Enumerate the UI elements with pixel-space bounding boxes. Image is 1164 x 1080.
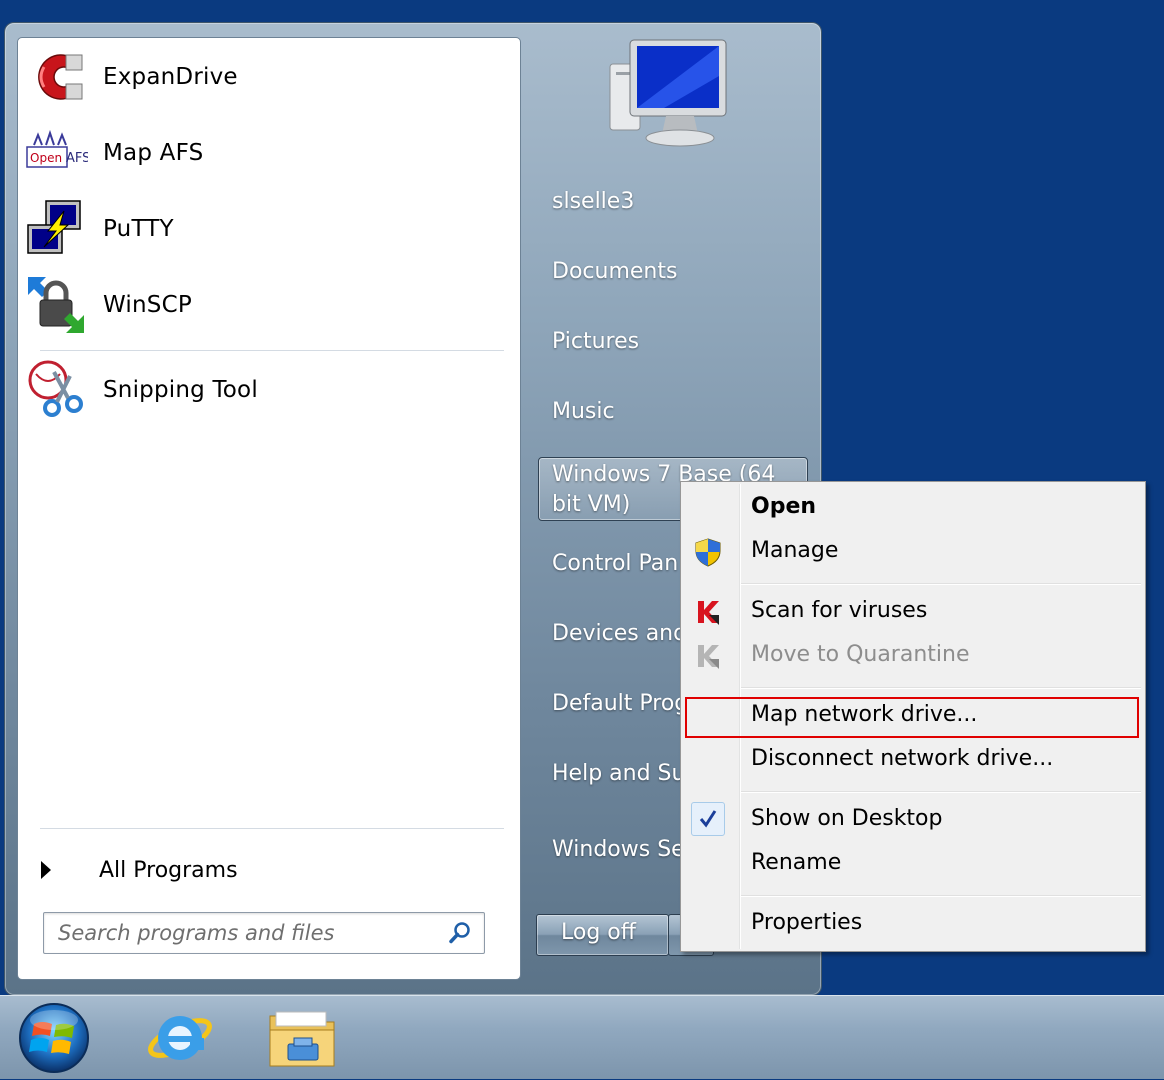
checkmark-icon: [691, 802, 725, 836]
winscp-icon: [24, 273, 88, 337]
menu-item-properties[interactable]: Properties: [683, 904, 1141, 944]
expand-arrow-icon: [41, 861, 51, 879]
menu-item-label: Open: [751, 494, 817, 519]
menu-item-label: Show on Desktop: [751, 806, 943, 831]
default-programs-link[interactable]: Default Prog: [552, 691, 688, 716]
menu-item-manage[interactable]: Manage: [683, 532, 1141, 572]
devices-and-printers-link[interactable]: Devices and: [552, 621, 687, 646]
menu-item-label: Rename: [751, 850, 842, 875]
annotation-highlight-box: [685, 697, 1139, 738]
menu-separator: [741, 583, 1141, 584]
log-off-label: Log off: [561, 920, 636, 945]
menu-item-show-on-desktop[interactable]: Show on Desktop: [683, 800, 1141, 840]
putty-icon: [24, 197, 88, 261]
program-winscp[interactable]: WinSCP: [24, 272, 510, 338]
start-orb-button[interactable]: [14, 1000, 94, 1076]
menu-item-label: Disconnect network drive...: [751, 746, 1054, 771]
internet-explorer-icon[interactable]: [144, 1004, 214, 1070]
program-map-afs[interactable]: Open AFS Map AFS: [24, 120, 510, 186]
menu-item-open[interactable]: Open: [683, 488, 1141, 528]
menu-item-rename[interactable]: Rename: [683, 844, 1141, 884]
uac-shield-icon: [693, 537, 723, 567]
menu-item-scan-for-viruses[interactable]: Scan for viruses: [683, 592, 1141, 632]
control-panel-link[interactable]: Control Pan: [552, 551, 678, 576]
music-link[interactable]: Music: [552, 399, 615, 424]
program-snipping-tool[interactable]: Snipping Tool: [24, 357, 510, 423]
programs-pane: ExpanDrive Open AFS Map AFS PuTTY WinSCP…: [17, 37, 521, 980]
svg-text:AFS: AFS: [66, 151, 88, 166]
log-off-button[interactable]: Log off: [536, 914, 669, 956]
kaspersky-icon: [693, 597, 723, 627]
menu-item-label: Properties: [751, 910, 863, 935]
help-and-support-link[interactable]: Help and Su: [552, 761, 685, 786]
menu-item-label: Scan for viruses: [751, 598, 928, 623]
windows-explorer-icon[interactable]: [266, 1006, 338, 1070]
all-programs-label: All Programs: [99, 857, 238, 883]
kaspersky-gray-icon: [693, 641, 723, 671]
documents-link[interactable]: Documents: [552, 259, 677, 284]
search-icon[interactable]: [448, 921, 472, 945]
program-label: Map AFS: [103, 140, 204, 166]
program-putty[interactable]: PuTTY: [24, 196, 510, 262]
search-input[interactable]: [44, 913, 450, 953]
menu-item-disconnect-network-drive[interactable]: Disconnect network drive...: [683, 740, 1141, 780]
program-expandrive[interactable]: ExpanDrive: [24, 44, 510, 110]
menu-item-label: Manage: [751, 538, 839, 563]
program-label: PuTTY: [103, 216, 174, 242]
user-folder-link[interactable]: slselle3: [552, 189, 634, 214]
pictures-link[interactable]: Pictures: [552, 329, 639, 354]
program-label: Snipping Tool: [103, 377, 258, 403]
program-label: WinSCP: [103, 292, 192, 318]
openafs-icon: Open AFS: [24, 121, 90, 185]
menu-separator: [741, 687, 1141, 688]
computer-user-picture[interactable]: [604, 36, 734, 152]
snipping-tool-icon: [24, 358, 88, 422]
menu-item-move-to-quarantine: Move to Quarantine: [683, 636, 1141, 676]
menu-item-label: Move to Quarantine: [751, 642, 970, 667]
search-box[interactable]: [43, 912, 485, 954]
expandrive-magnet-icon: [24, 45, 88, 109]
menu-separator: [741, 895, 1141, 896]
divider: [40, 828, 504, 829]
divider: [40, 350, 504, 351]
all-programs-button[interactable]: All Programs: [36, 848, 506, 892]
windows-security-link[interactable]: Windows Se: [552, 837, 685, 862]
program-label: ExpanDrive: [103, 64, 238, 90]
menu-separator: [741, 791, 1141, 792]
svg-text:Open: Open: [30, 151, 62, 165]
